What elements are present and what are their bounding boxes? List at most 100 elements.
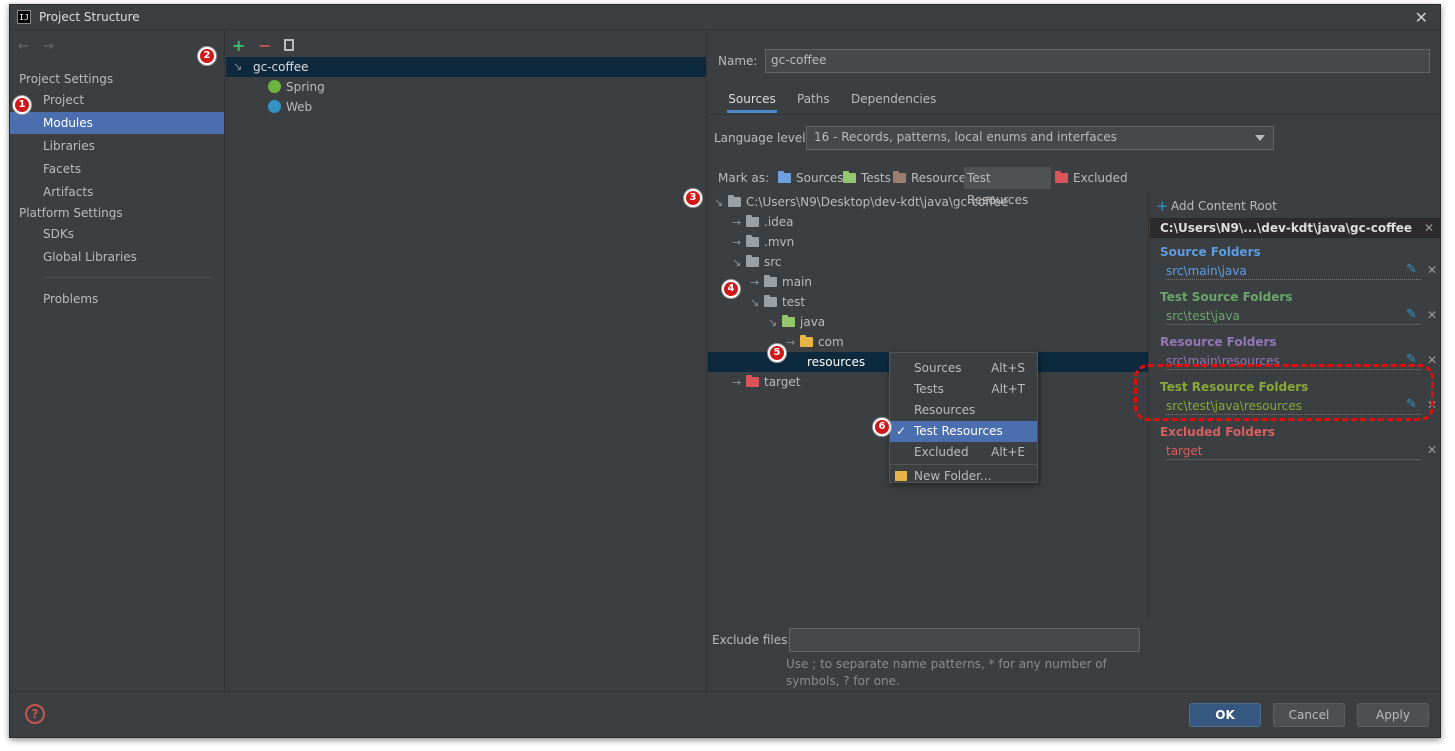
module-row-gc-coffee[interactable]: ↘ gc-coffee	[226, 57, 706, 77]
excluded-folders-title: Excluded Folders	[1160, 425, 1276, 439]
module-name-field[interactable]: gc-coffee	[765, 49, 1430, 73]
tree-row-com[interactable]: → com	[786, 332, 844, 352]
nav-item-sdks[interactable]: SDKs	[10, 223, 224, 245]
close-icon[interactable]: ✕	[1427, 353, 1437, 367]
nav-item-modules[interactable]: Modules	[10, 112, 224, 134]
menu-item-shortcut: Alt+E	[991, 445, 1025, 459]
apply-button[interactable]: Apply	[1357, 703, 1429, 727]
menu-item-label: Excluded	[914, 445, 969, 459]
checkmark-icon: ✓	[896, 424, 907, 438]
facet-label: Web	[286, 100, 313, 114]
add-content-root-link[interactable]: Add Content Root	[1171, 199, 1277, 213]
facet-label: Spring	[286, 80, 325, 94]
tree-label: C:\Users\N9\Desktop\dev-kdt\java\gc-coff…	[746, 195, 1009, 209]
platform-settings-heading: Platform Settings	[19, 206, 123, 220]
test-folder-icon	[843, 171, 856, 183]
menu-item-resources[interactable]: Resources	[890, 400, 1037, 421]
intellij-icon: IJ	[17, 10, 31, 24]
nav-item-project[interactable]: Project	[10, 89, 224, 111]
tab-paths[interactable]: Paths	[797, 89, 830, 113]
test-source-folder-path: src\test\java	[1166, 309, 1421, 325]
add-icon[interactable]: +	[232, 36, 245, 55]
resource-folder-icon	[893, 171, 906, 183]
pencil-icon[interactable]: ✎	[1406, 262, 1417, 277]
exclude-files-field[interactable]	[789, 628, 1140, 652]
tabs-divider	[708, 114, 1440, 115]
back-arrow-icon[interactable]: ←	[18, 39, 29, 54]
tree-label: .idea	[764, 215, 794, 229]
close-icon[interactable]: ✕	[1415, 8, 1428, 27]
mark-sources-button[interactable]: Sources	[775, 167, 846, 189]
content-root-header: C:\Users\N9\...\dev-kdt\java\gc-coffee ✕	[1150, 218, 1440, 238]
ok-button[interactable]: OK	[1189, 703, 1261, 727]
source-folder-icon	[778, 171, 791, 183]
language-level-select[interactable]: 16 - Records, patterns, local enums and …	[806, 126, 1274, 150]
excluded-folder-path: target	[1166, 444, 1421, 460]
remove-icon[interactable]: −	[258, 36, 271, 55]
name-label: Name:	[718, 54, 758, 68]
facet-row-web[interactable]: Web	[226, 97, 706, 117]
tree-row-target[interactable]: → target	[732, 372, 801, 392]
tree-row-idea[interactable]: → .idea	[732, 212, 794, 232]
mark-excluded-button[interactable]: Excluded	[1052, 167, 1131, 189]
highlight-box	[1134, 364, 1434, 421]
mark-tests-label: Tests	[861, 171, 891, 185]
expanded-arrow-icon: ↘	[233, 60, 243, 73]
mark-resources-button[interactable]: Resources	[890, 167, 975, 189]
tree-row-java[interactable]: ↘ java	[768, 312, 825, 332]
language-level-label: Language level:	[714, 131, 810, 145]
menu-divider	[890, 464, 1037, 465]
menu-item-excluded[interactable]: Excluded Alt+E	[890, 442, 1037, 463]
help-icon[interactable]: ?	[25, 704, 45, 724]
copy-icon[interactable]	[284, 39, 294, 54]
tree-row-main[interactable]: → main	[750, 272, 812, 292]
tree-row-root[interactable]: ↘ C:\Users\N9\Desktop\dev-kdt\java\gc-cof…	[714, 192, 1008, 212]
menu-item-test-resources[interactable]: ✓ Test Resources	[890, 421, 1037, 442]
menu-item-sources[interactable]: Sources Alt+S	[890, 358, 1037, 379]
excluded-folder-icon	[1055, 171, 1068, 183]
step-badge-5: 5	[767, 343, 787, 363]
nav-item-artifacts[interactable]: Artifacts	[10, 181, 224, 203]
mark-as-label: Mark as:	[718, 171, 770, 185]
mark-test-resources-button[interactable]: Test Resources	[964, 167, 1051, 207]
nav-item-global-libraries[interactable]: Global Libraries	[10, 246, 224, 268]
tree-label: resources	[807, 355, 866, 369]
tree-row-mvn[interactable]: → .mvn	[732, 232, 794, 252]
step-badge-2: 2	[197, 46, 217, 66]
chevron-down-icon	[1255, 135, 1265, 141]
forward-arrow-icon[interactable]: →	[43, 39, 54, 54]
nav-item-libraries[interactable]: Libraries	[10, 135, 224, 157]
close-icon[interactable]: ✕	[1427, 443, 1437, 457]
window-title: Project Structure	[39, 10, 140, 24]
close-icon[interactable]: ✕	[1427, 263, 1437, 277]
tab-sources[interactable]: Sources	[727, 89, 777, 113]
tab-dependencies[interactable]: Dependencies	[851, 89, 936, 113]
tree-row-test[interactable]: ↘ test	[750, 292, 805, 312]
cancel-button[interactable]: Cancel	[1273, 703, 1345, 727]
mark-tests-button[interactable]: Tests	[840, 167, 894, 189]
menu-item-label: New Folder...	[914, 469, 992, 483]
tree-label: main	[782, 275, 812, 289]
new-folder-icon	[895, 471, 907, 481]
step-badge-3: 3	[683, 188, 703, 208]
pencil-icon[interactable]: ✎	[1406, 307, 1417, 322]
close-icon[interactable]: ✕	[1427, 308, 1437, 322]
exclude-files-hint: Use ; to separate name patterns, * for a…	[786, 657, 1107, 688]
module-details: Name: gc-coffee Sources Paths Dependenci…	[708, 31, 1440, 691]
menu-item-new-folder[interactable]: New Folder...	[890, 466, 1037, 487]
add-icon[interactable]: +	[1156, 197, 1169, 215]
close-icon[interactable]: ✕	[1424, 221, 1434, 235]
menu-item-shortcut: Alt+S	[991, 361, 1025, 375]
source-folders-title: Source Folders	[1160, 245, 1261, 259]
nav-divider	[43, 277, 213, 278]
nav-item-problems[interactable]: Problems	[10, 288, 224, 310]
menu-item-label: Resources	[914, 403, 976, 417]
title-bar: IJ Project Structure ✕	[10, 5, 1440, 30]
menu-item-label: Tests	[914, 382, 944, 396]
nav-item-facets[interactable]: Facets	[10, 158, 224, 180]
facet-row-spring[interactable]: Spring	[226, 77, 706, 97]
menu-item-label: Test Resources	[914, 424, 1003, 438]
language-level-value: 16 - Records, patterns, local enums and …	[814, 130, 1117, 144]
tree-row-src[interactable]: ↘ src	[732, 252, 782, 272]
menu-item-tests[interactable]: Tests Alt+T	[890, 379, 1037, 400]
